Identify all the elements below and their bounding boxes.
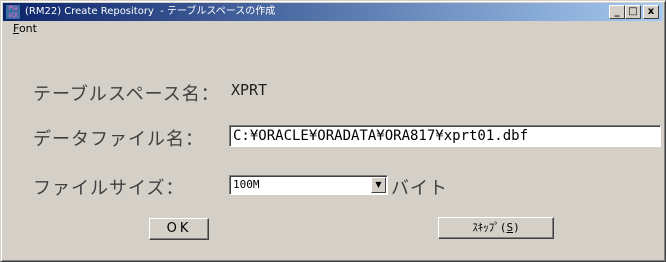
datafile-name-label: データファイル名： <box>33 129 204 150</box>
tablespace-name-value: XPRT <box>231 81 268 99</box>
skip-button-suffix: ) <box>513 221 520 234</box>
maximize-icon: □ <box>628 6 638 17</box>
chevron-down-icon: ▼ <box>375 180 382 189</box>
file-size-value: 100M <box>233 178 260 191</box>
application-icon-text: Pla sQl <box>8 5 18 19</box>
file-size-label: ファイルサイズ： <box>33 178 185 199</box>
title-bar[interactable]: Pla sQl (RM22) Create Repository - テーブルス… <box>3 3 663 21</box>
menu-font[interactable]: Font <box>13 21 37 37</box>
menu-bar: Font <box>3 21 663 37</box>
skip-button[interactable]: ｽｷｯﾌﾟ(S) <box>438 217 554 239</box>
ok-button[interactable]: OK <box>149 218 209 240</box>
menu-font-label: ont <box>18 22 37 35</box>
skip-button-prefix: ｽｷｯﾌﾟ( <box>472 221 507 234</box>
maximize-button[interactable]: □ <box>625 5 641 19</box>
minimize-button[interactable]: _ <box>609 5 625 19</box>
application-icon[interactable]: Pla sQl <box>6 5 20 19</box>
close-button[interactable]: x <box>643 5 659 19</box>
window-title: (RM22) Create Repository - テーブルスペースの作成 <box>25 6 276 17</box>
dropdown-button[interactable]: ▼ <box>371 177 386 193</box>
file-size-select[interactable]: 100M ▼ <box>229 175 388 195</box>
file-size-unit: バイト <box>391 178 448 199</box>
minimize-icon: _ <box>614 6 620 17</box>
create-repository-dialog: Pla sQl (RM22) Create Repository - テーブルス… <box>0 0 666 262</box>
datafile-name-field[interactable]: C:¥ORACLE¥ORADATA¥ORA817¥xprt01.dbf <box>229 125 661 147</box>
tablespace-name-label: テーブルスペース名： <box>33 84 220 105</box>
close-icon: x <box>647 6 655 17</box>
